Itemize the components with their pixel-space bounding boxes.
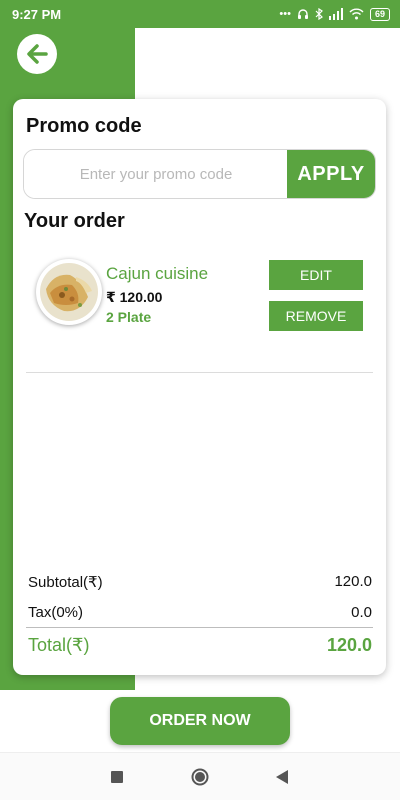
order-card: Promo code APPLY Your order Cajun cuisin… xyxy=(13,99,386,675)
back-triangle-icon[interactable] xyxy=(270,765,294,789)
subtotal-label: Subtotal(₹) xyxy=(28,574,103,591)
back-button[interactable] xyxy=(17,34,57,74)
status-time: 9:27 PM xyxy=(12,7,62,22)
order-title: Your order xyxy=(24,210,125,232)
item-name: Cajun cuisine xyxy=(106,264,209,283)
battery-icon: 69 xyxy=(369,7,390,21)
remove-button[interactable]: REMOVE xyxy=(269,301,363,331)
divider xyxy=(26,372,373,373)
signal-icon xyxy=(328,8,343,20)
home-circle-icon[interactable] xyxy=(188,765,212,789)
promo-row: APPLY xyxy=(23,149,376,199)
headphones-icon xyxy=(297,9,308,19)
item-quantity: 2 Plate xyxy=(106,309,152,325)
recents-square-icon[interactable] xyxy=(105,765,129,789)
arrow-left-icon xyxy=(27,44,48,64)
total-label: Total(₹) xyxy=(28,635,90,655)
food-thumbnail xyxy=(36,259,102,325)
system-nav-bar xyxy=(0,752,400,800)
item-price: ₹ 120.00 xyxy=(106,289,163,305)
total-divider xyxy=(26,627,373,628)
order-now-button[interactable]: ORDER NOW xyxy=(110,697,290,745)
total-value: 120.0 xyxy=(326,635,372,655)
edit-button[interactable]: EDIT xyxy=(269,260,363,290)
notification-dots-icon: ••• xyxy=(279,8,291,20)
status-icons: ••• 69 xyxy=(279,5,390,23)
status-bar: 9:27 PM ••• 69 xyxy=(0,0,400,28)
wifi-icon xyxy=(349,8,364,20)
subtotal-value: 120.0 xyxy=(334,573,372,590)
tax-label: Tax(0%) xyxy=(28,604,84,621)
cajun-dish-image xyxy=(40,263,98,321)
promo-title: Promo code xyxy=(26,115,142,137)
tax-value: 0.0 xyxy=(351,604,372,621)
apply-button[interactable]: APPLY xyxy=(287,150,375,198)
bluetooth-icon xyxy=(315,8,323,20)
promo-code-input[interactable] xyxy=(24,150,288,198)
